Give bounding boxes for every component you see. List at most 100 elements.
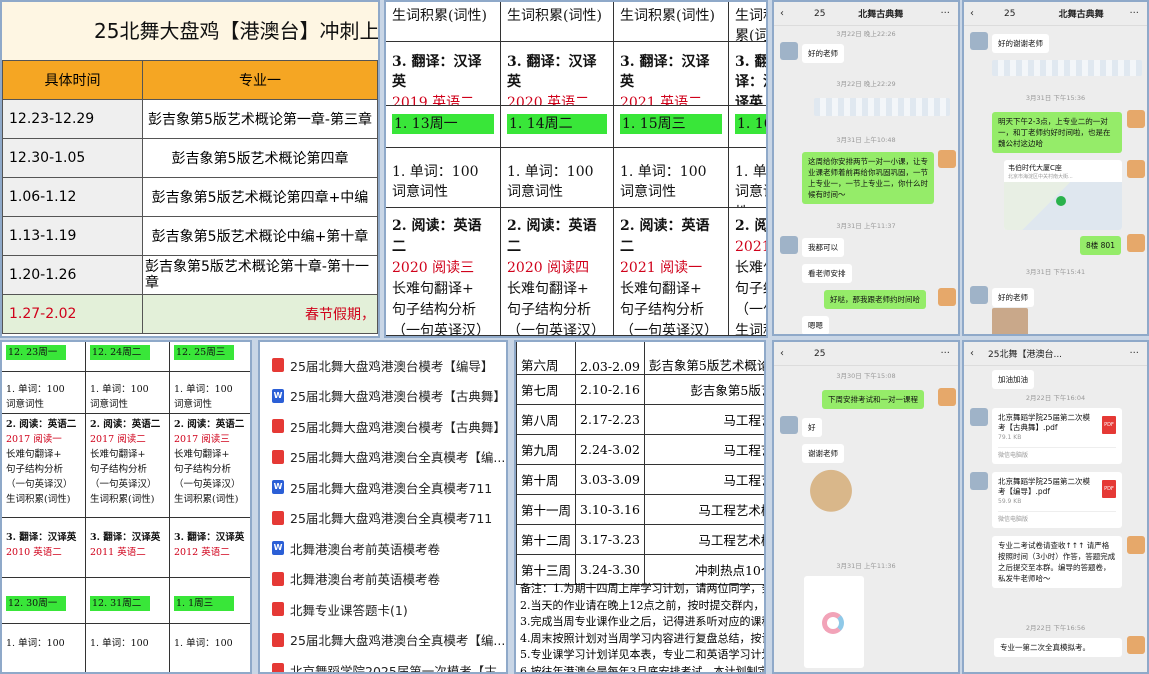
plan-line: 词意词性 xyxy=(6,399,45,410)
plan-cell: 1. 单词：100 xyxy=(2,624,86,672)
table-row: 12.23-12.29 彭吉象第5版艺术概论第一章-第三章 xyxy=(2,99,378,139)
schedule-content: 彭吉象第5版艺术概论第一章-第三章 xyxy=(142,99,378,139)
more-icon[interactable]: ··· xyxy=(1129,8,1139,19)
pdf-file-icon xyxy=(272,358,284,373)
chat-message: 专业二考试卷请查收↑↑↑ 请严格按照时间（3小时）作答，答题完成之后提交至本群。… xyxy=(992,536,1122,588)
chat-message: 好的老师 xyxy=(802,44,844,63)
week-label: 第十二周 xyxy=(516,524,577,555)
location-address: 北京市海淀区中关村南大街... xyxy=(1008,174,1073,180)
plan-line: 长难句 xyxy=(735,260,766,276)
plan-line: 2012 英语二 xyxy=(174,547,230,558)
english-plan-top-panel: 生词积累(词性)生词积累(词性)生词积累(词性)生词积累(词性)3. 翻译：汉译… xyxy=(384,0,768,338)
chat-window-1: ‹ 25 北舞古典舞 ··· 3月22日 晚上22:26 好的老师 3月22日 … xyxy=(772,0,960,336)
chat-header: ‹ 25北舞【港澳台... ··· xyxy=(964,342,1147,366)
plan-line: 1. 单词：100 xyxy=(6,384,65,395)
file-name: 25届北舞大盘鸡港澳台全真模考【编... xyxy=(290,450,506,466)
plan-cell: 生词积累(词性) xyxy=(386,2,501,42)
chat-title: 北舞古典舞 xyxy=(858,10,904,20)
avatar xyxy=(1127,636,1145,654)
plan-cell: 1. 15周三 xyxy=(614,106,729,148)
plan-cell: 3. 翻译：汉译英 2019 英语二 xyxy=(386,42,501,106)
day-label: 12. 31周二 xyxy=(90,596,150,611)
plan-line: 生词积累(词性) xyxy=(735,8,768,42)
chat-header: ‹ 25 北舞古典舞 ··· xyxy=(964,2,1147,26)
plan-line: 3. 翻译：汉译英 xyxy=(90,532,161,543)
pdf-file-icon xyxy=(272,571,284,586)
plan-line: 2010 英语二 xyxy=(6,547,62,558)
more-icon[interactable]: ··· xyxy=(1129,348,1139,359)
plan-line: 1. 单词：100 xyxy=(174,384,233,395)
plan-cell: 3. 翻译：汉译英 2021 英语二 xyxy=(614,42,729,106)
note-line: 3.完成当周专业课作业之后，记得进系听对应的课程， xyxy=(520,615,766,628)
word-file-icon: W xyxy=(272,541,284,556)
plan-line: 1. 单词 xyxy=(735,164,767,180)
list-item[interactable]: W 25届北舞大盘鸡港澳台模考【古典舞】 xyxy=(260,381,506,412)
location-card[interactable]: 韦伯时代大厦C座 北京市海淀区中关村南大街... xyxy=(1004,160,1122,230)
file-card[interactable]: 北京舞蹈学院25届第二次模考【编导】.pdf 59.9 KB 微信电脑版 PDF xyxy=(992,472,1122,528)
sticker-image xyxy=(804,466,858,528)
file-card[interactable]: 北京舞蹈学院25届第二次模考【古典舞】.pdf 79.1 KB 微信电脑版 PD… xyxy=(992,408,1122,464)
plan-line: 2. 阅读：英语二 xyxy=(392,218,482,255)
timestamp: 3月30日 下午15:08 xyxy=(836,372,896,380)
pdf-file-icon xyxy=(272,632,284,647)
back-arrow-icon[interactable]: ‹ xyxy=(970,8,974,19)
plan-line: 生词积累(词性) xyxy=(507,8,602,24)
timestamp: 2月22日 下午16:56 xyxy=(1025,624,1086,632)
list-item[interactable]: 25届北舞大盘鸡港澳台全真模考【编... xyxy=(260,442,506,473)
week-range: 2.24-3.02 xyxy=(575,434,645,465)
plan-line: 句子结构分析 xyxy=(620,302,704,318)
plan-line: 生词积累(词性) xyxy=(620,8,715,24)
back-arrow-icon[interactable]: ‹ xyxy=(780,8,784,19)
schedule-date: 12.23-12.29 xyxy=(2,99,143,139)
timestamp: 3月31日 下午15:36 xyxy=(1025,94,1086,102)
chat-contact-name: 25 xyxy=(814,8,826,19)
chat-header: ‹ 25 ··· xyxy=(774,342,958,366)
timestamp: 3月22日 晚上22:26 xyxy=(836,30,896,38)
plan-line: 2019 英语二 xyxy=(392,94,475,106)
plan-line: 长难句翻译+ xyxy=(6,449,62,460)
file-name: 北京舞蹈学院2025届第一次模考【古... xyxy=(290,663,508,674)
more-icon[interactable]: ··· xyxy=(940,348,950,359)
plan-line: 2017 阅读三 xyxy=(174,434,230,445)
day-label: 12. 30周一 xyxy=(6,596,66,611)
blurred-content xyxy=(814,98,950,116)
schedule-content: 彭吉象第5版艺术概论第四章 xyxy=(142,138,378,178)
week-label: 第十周 xyxy=(516,464,577,495)
plan-line: 3. 翻译：汉译英 xyxy=(6,532,77,543)
list-item[interactable]: 北舞专业课答题卡(1) xyxy=(260,594,506,625)
chat-message: 我都可以 xyxy=(802,238,844,257)
plan-cell: 2. 阅读：英语二 2017 阅读二 长难句翻译+ 句子结构分析 （一句英译汉） 生词积累… xyxy=(86,414,170,518)
map-thumbnail xyxy=(1004,182,1122,230)
plan-line: 词意词性 xyxy=(507,184,563,201)
plan-cell: 1. 单词：100 词意词性 xyxy=(501,148,614,208)
list-item[interactable]: 25届北舞大盘鸡港澳台模考【古典舞】 xyxy=(260,411,506,442)
list-item[interactable]: 25届北舞大盘鸡港澳台模考【编导】 xyxy=(260,350,506,381)
map-pin-icon xyxy=(1056,196,1066,206)
list-item[interactable]: W 25届北舞大盘鸡港澳台全真模考711 xyxy=(260,472,506,503)
plan-line: 3. 翻译：汉译英 xyxy=(735,54,768,106)
list-item[interactable]: 25届北舞大盘鸡港澳台全真模考711 xyxy=(260,503,506,534)
plan-line: 2. 阅读：英语二 xyxy=(6,419,77,430)
list-item[interactable]: W 北舞港澳台考前英语模考卷 xyxy=(260,533,506,564)
plan-line: 词意词性 xyxy=(90,399,129,410)
file-name: 25届北舞大盘鸡港澳台模考【古典舞】 xyxy=(290,389,506,405)
image-thumbnail[interactable] xyxy=(804,576,864,668)
plan-cell: 1. 单词：100 xyxy=(170,624,250,672)
schedule-date: 12.30-1.05 xyxy=(2,138,143,178)
image-thumbnail[interactable] xyxy=(992,308,1028,334)
plan-cell: 3. 翻译：汉译英 2011 英语二 xyxy=(86,518,170,578)
plan-cell: 2. 阅读：英语二 2017 阅读三 长难句翻译+ 句子结构分析 （一句英译汉） 生词积累… xyxy=(170,414,250,518)
chat-message: 8楼 801 xyxy=(1080,236,1121,255)
more-icon[interactable]: ··· xyxy=(940,8,950,19)
plan-cell: 1. 1周三 xyxy=(170,578,250,624)
avatar xyxy=(938,150,956,168)
list-item[interactable]: 北京舞蹈学院2025届第一次模考【古... xyxy=(260,655,508,674)
back-arrow-icon[interactable]: ‹ xyxy=(970,348,974,359)
day-label: 1. 14周二 xyxy=(507,114,607,135)
avatar xyxy=(970,286,988,304)
back-arrow-icon[interactable]: ‹ xyxy=(780,348,784,359)
list-item[interactable]: 北舞港澳台考前英语模考卷 xyxy=(260,564,506,595)
timestamp: 3月31日 上午11:37 xyxy=(836,222,896,230)
english-plan-bottom-panel: 12. 23周一 12. 24周二 12. 25周三 1. 单词：100 词意词性 1. … xyxy=(0,340,252,674)
list-item[interactable]: 25届北舞大盘鸡港澳台全真模考【编... xyxy=(260,625,506,656)
